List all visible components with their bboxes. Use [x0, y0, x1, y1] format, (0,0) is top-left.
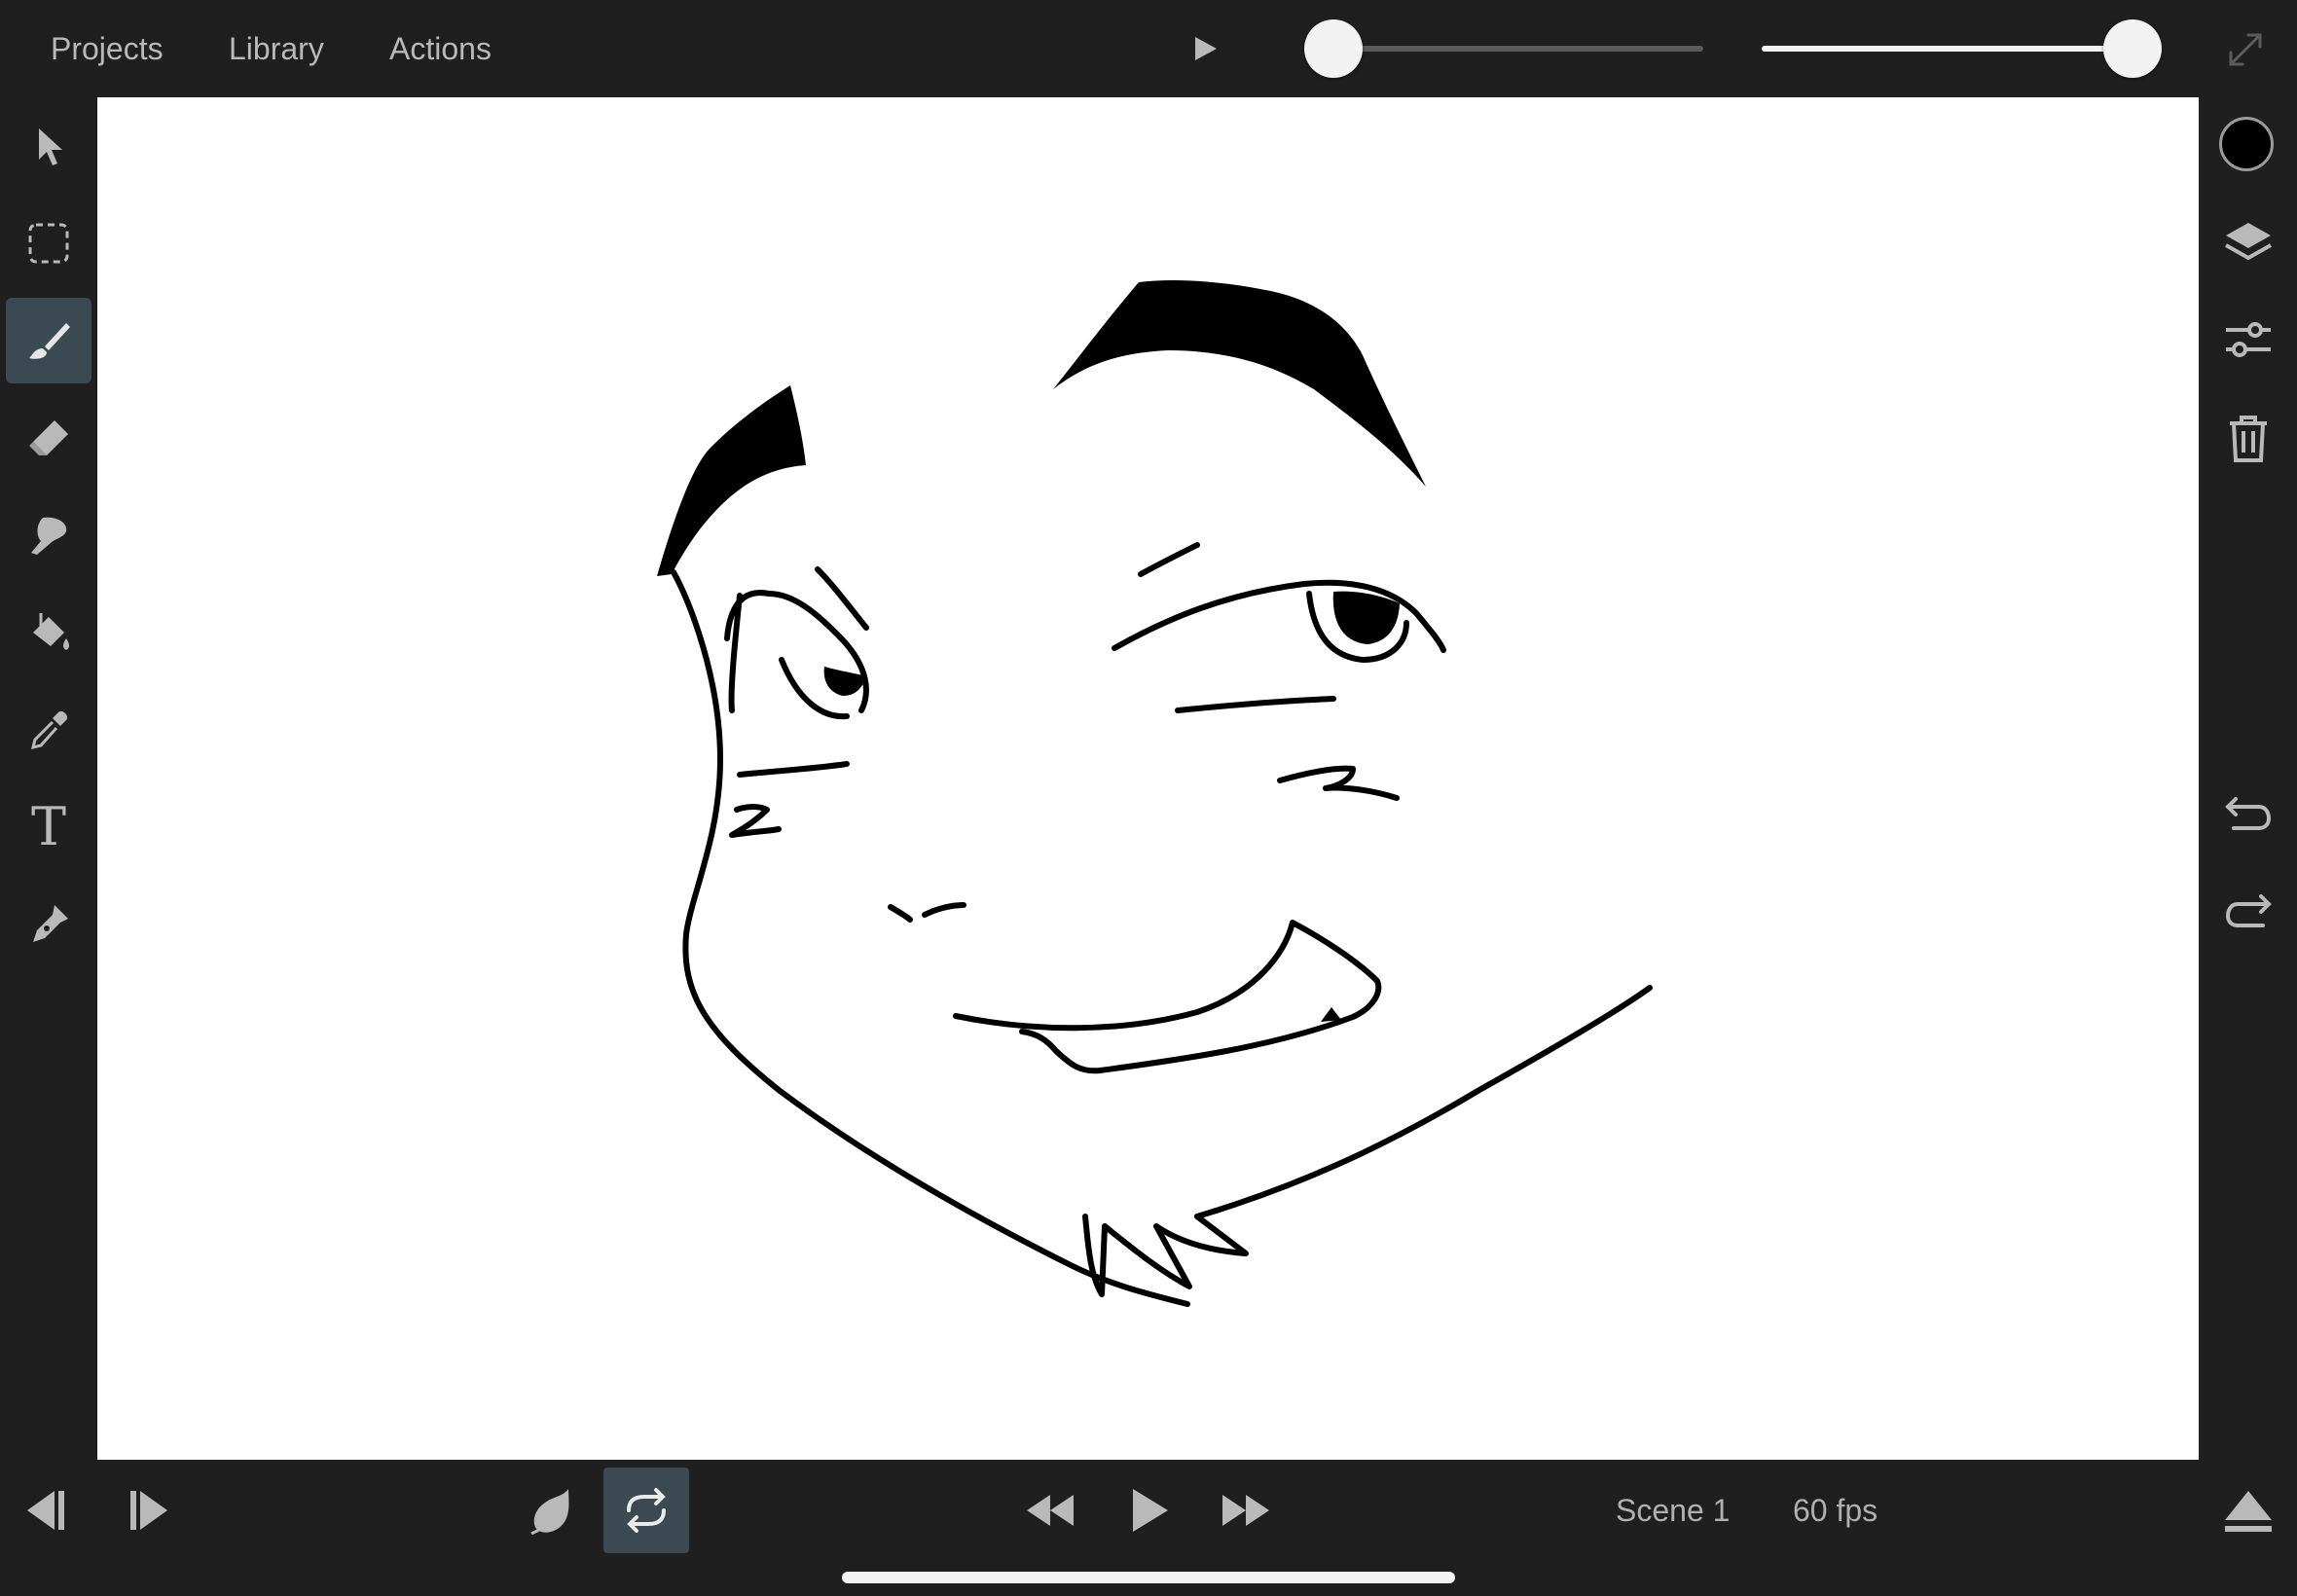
rewind-button[interactable] [1007, 1468, 1093, 1553]
scene-label[interactable]: Scene 1 [1616, 1489, 1730, 1532]
brush-icon [29, 323, 70, 359]
sliders-icon [2226, 322, 2271, 357]
adjustments-button[interactable] [2206, 298, 2291, 383]
play-button[interactable] [1106, 1468, 1191, 1553]
menu-actions[interactable]: Actions [389, 27, 492, 70]
pen-nib-icon [33, 905, 68, 942]
tool-select[interactable] [6, 103, 91, 189]
loop-button[interactable] [603, 1468, 689, 1553]
layers-button[interactable] [2206, 200, 2291, 286]
tool-eraser[interactable] [6, 395, 91, 481]
brush-size-track [1762, 46, 2132, 52]
paint-bucket-icon [33, 613, 69, 650]
tool-lasso[interactable] [6, 200, 91, 286]
previous-frame-button[interactable] [4, 1468, 90, 1553]
step-forward-icon [130, 1491, 167, 1530]
play-preview-icon[interactable] [1191, 32, 1221, 65]
tool-fill[interactable] [6, 590, 91, 675]
tool-text[interactable]: T [6, 784, 91, 870]
eject-button[interactable] [2206, 1468, 2291, 1553]
next-frame-button[interactable] [105, 1468, 191, 1553]
undo-button[interactable] [2206, 769, 2291, 854]
loop-icon [627, 1488, 666, 1533]
color-swatch[interactable] [2219, 117, 2274, 171]
step-back-icon [27, 1491, 64, 1530]
tool-pen[interactable] [6, 882, 91, 967]
scrubber-track [1304, 46, 1703, 52]
redo-button[interactable] [2206, 866, 2291, 952]
menu-library[interactable]: Library [229, 27, 324, 70]
fps-label[interactable]: 60 fps [1793, 1489, 1878, 1532]
undo-icon [2225, 797, 2272, 830]
trash-icon [2230, 416, 2267, 462]
redo-icon [2225, 894, 2272, 927]
arrow-pointer-icon [39, 128, 62, 165]
menu-projects[interactable]: Projects [51, 27, 164, 70]
fast-forward-button[interactable] [1203, 1468, 1289, 1553]
scrubber-knob[interactable] [1304, 19, 1363, 78]
rewind-icon [1027, 1495, 1074, 1526]
brush-size-knob[interactable] [2103, 19, 2162, 78]
eject-icon [2225, 1491, 2272, 1532]
tool-brush[interactable] [6, 298, 91, 383]
dashed-selection-icon [28, 223, 69, 264]
face-drawing [657, 279, 1653, 1307]
fast-forward-icon [1222, 1495, 1269, 1526]
tool-eyedropper[interactable] [6, 687, 91, 773]
onion-skin-button[interactable] [508, 1468, 594, 1553]
home-indicator[interactable] [842, 1572, 1455, 1583]
expand-icon[interactable] [2221, 25, 2270, 74]
text-icon: T [30, 796, 67, 857]
tool-smudge[interactable] [6, 492, 91, 578]
eyedropper-icon [30, 710, 68, 750]
onion-icon [530, 1489, 569, 1536]
layers-icon [2225, 223, 2272, 261]
eraser-icon [29, 420, 68, 455]
smudge-finger-icon [31, 517, 67, 555]
delete-button[interactable] [2206, 395, 2291, 481]
drawing-canvas[interactable] [97, 97, 2199, 1460]
play-icon [1133, 1489, 1168, 1532]
